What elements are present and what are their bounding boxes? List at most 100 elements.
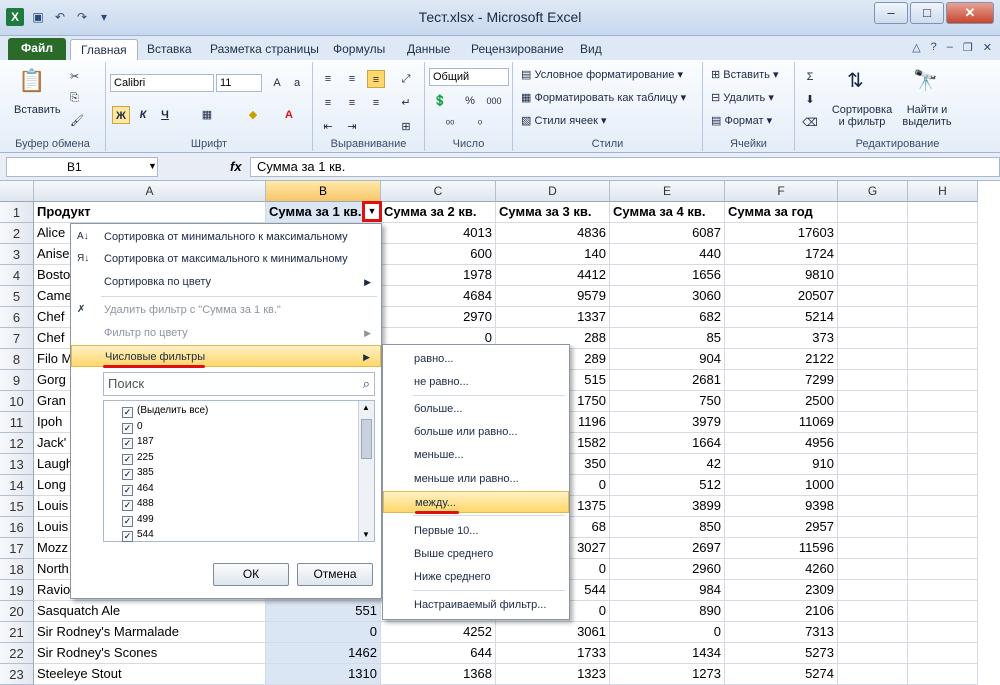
table-cell[interactable] [908,412,978,433]
table-cell[interactable]: 7313 [725,622,838,643]
insert-function-icon[interactable]: fx [230,159,242,174]
paste-button[interactable]: Вставить [14,104,61,116]
table-cell[interactable] [908,391,978,412]
row-header[interactable]: 3 [0,244,34,265]
decrease-decimal-icon[interactable]: ⁰ [471,116,489,134]
table-cell[interactable] [908,223,978,244]
tab-insert[interactable]: Вставка [137,39,202,60]
table-cell[interactable]: 1462 [266,643,381,664]
table-cell[interactable] [908,454,978,475]
table-cell[interactable]: 1368 [381,664,496,685]
table-cell[interactable]: 600 [381,244,496,265]
table-cell[interactable]: 512 [610,475,725,496]
table-cell[interactable]: 17603 [725,223,838,244]
header-cell[interactable]: Сумма за год [725,202,838,223]
checkbox-icon[interactable]: ✓ [122,453,133,465]
column-header-e[interactable]: E [610,181,725,202]
table-cell[interactable]: 3979 [610,412,725,433]
table-cell[interactable]: 2970 [381,307,496,328]
number-filter-option[interactable]: меньше... [383,444,569,466]
scroll-thumb[interactable] [361,419,372,459]
number-filter-option[interactable]: Ниже среднего [383,566,569,588]
table-cell[interactable] [908,349,978,370]
row-header[interactable]: 2 [0,223,34,244]
list-scrollbar[interactable]: ▲ ▼ [358,401,374,541]
window-close-icon[interactable]: ✕ [983,41,992,54]
table-cell[interactable]: 4684 [381,286,496,307]
align-left-icon[interactable]: ≡ [319,94,337,112]
cancel-button[interactable]: Отмена [297,563,373,586]
format-as-table-button[interactable]: ▦ Форматировать как таблицу ▾ [521,91,686,104]
row-header[interactable]: 21 [0,622,34,643]
column-header-c[interactable]: C [381,181,496,202]
window-restore-icon[interactable]: ❐ [963,41,973,54]
find-select-icon[interactable]: 🔭 [913,68,938,93]
number-filter-option[interactable]: Настраиваемый фильтр... [383,594,569,616]
table-cell[interactable]: 4252 [381,622,496,643]
row-header[interactable]: 6 [0,307,34,328]
column-header-b[interactable]: B [266,181,381,202]
header-cell[interactable]: Сумма за 3 кв. [496,202,610,223]
table-cell[interactable] [838,412,908,433]
row-header[interactable]: 8 [0,349,34,370]
column-header-h[interactable]: H [908,181,978,202]
table-cell[interactable]: 85 [610,328,725,349]
table-cell[interactable]: Steeleye Stout [34,664,266,685]
formula-input[interactable]: Сумма за 1 кв. [250,157,1000,177]
table-cell[interactable] [908,517,978,538]
row-header[interactable]: 10 [0,391,34,412]
table-cell[interactable]: 9398 [725,496,838,517]
table-cell[interactable] [908,286,978,307]
checkbox-icon[interactable]: ✓ [122,500,133,511]
align-middle-icon[interactable]: ≡ [343,70,361,88]
delete-cells-button[interactable]: ⊟ Удалить ▾ [711,91,774,104]
conditional-formatting-button[interactable]: ▤ Условное форматирование ▾ [521,68,683,81]
table-cell[interactable]: 7299 [725,370,838,391]
row-header[interactable]: 4 [0,265,34,286]
find-select-button[interactable]: Найти и выделить [899,104,955,128]
table-cell[interactable]: 440 [610,244,725,265]
table-cell[interactable] [908,433,978,454]
table-cell[interactable]: 750 [610,391,725,412]
align-top-icon[interactable]: ≡ [319,70,337,88]
table-cell[interactable]: 11069 [725,412,838,433]
checkbox-icon[interactable]: ✓ [122,407,133,418]
table-cell[interactable] [908,370,978,391]
filter-value-item[interactable]: ✓ 464 [122,481,154,496]
table-cell[interactable] [908,328,978,349]
table-cell[interactable]: 904 [610,349,725,370]
italic-button[interactable]: К [134,106,152,124]
filter-value-item[interactable]: ✓ 544 [122,527,154,542]
table-cell[interactable] [838,454,908,475]
column-header-d[interactable]: D [496,181,610,202]
table-cell[interactable] [908,307,978,328]
filter-search-input[interactable]: Поиск ⌕ [103,372,375,396]
cut-icon[interactable]: ✂ [70,70,79,83]
name-box-dropdown-icon[interactable]: ▼ [148,161,157,171]
table-cell[interactable]: 1310 [266,664,381,685]
table-cell[interactable] [838,559,908,580]
table-cell[interactable]: 1656 [610,265,725,286]
header-cell[interactable]: Сумма за 4 кв. [610,202,725,223]
tab-review[interactable]: Рецензирование [461,39,574,60]
fill-color-icon[interactable]: ◆ [244,106,262,124]
row-header[interactable]: 22 [0,643,34,664]
sort-ascending-item[interactable]: A↓ Сортировка от минимального к максималь… [71,226,381,248]
decrease-font-icon[interactable]: a [288,74,306,92]
scroll-up-icon[interactable]: ▲ [362,403,370,412]
table-cell[interactable]: 140 [496,244,610,265]
table-cell[interactable]: 2960 [610,559,725,580]
sort-by-color-item[interactable]: Сортировка по цвету ▶ [71,271,381,293]
align-right-icon[interactable]: ≡ [367,94,385,112]
table-cell[interactable]: 9810 [725,265,838,286]
number-filter-option[interactable]: между... [383,491,569,513]
table-cell[interactable] [838,370,908,391]
table-cell[interactable] [908,664,978,685]
table-cell[interactable] [838,265,908,286]
increase-decimal-icon[interactable]: ⁰⁰ [441,116,459,134]
row-header[interactable]: 12 [0,433,34,454]
table-cell[interactable] [838,643,908,664]
table-cell[interactable]: 1273 [610,664,725,685]
clear-icon[interactable]: ⌫ [801,114,819,132]
font-size-combo[interactable]: 11 [216,74,262,92]
